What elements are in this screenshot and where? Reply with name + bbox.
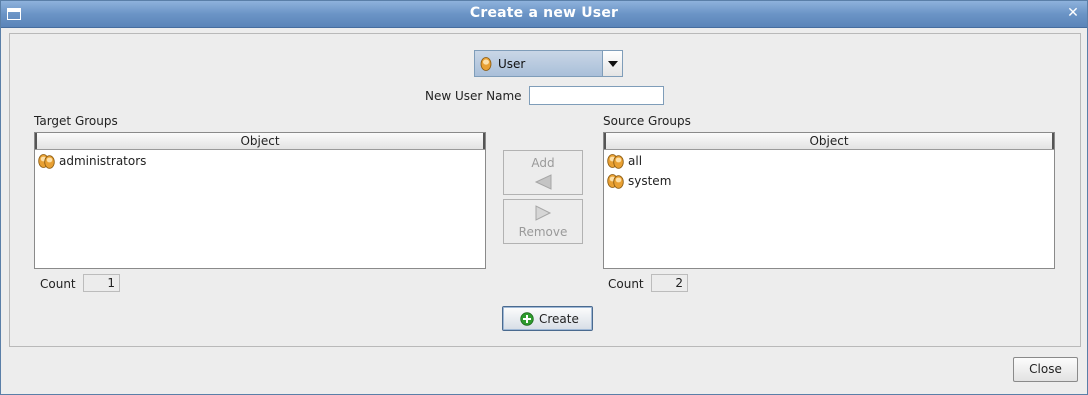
list-item[interactable]: all <box>604 151 1054 171</box>
list-item-label: administrators <box>59 154 147 168</box>
window-title: Create a new User <box>469 5 619 21</box>
target-groups-table[interactable]: Object administrators <box>34 132 486 269</box>
new-user-name-input[interactable] <box>529 86 664 105</box>
group-icon <box>607 153 624 172</box>
source-groups-table[interactable]: Object all system <box>603 132 1055 269</box>
user-icon <box>480 57 492 74</box>
group-icon <box>38 153 55 172</box>
source-groups-label: Source Groups <box>603 114 691 128</box>
target-count-label: Count <box>40 277 76 291</box>
source-count-value: 2 <box>651 274 688 292</box>
list-item-label: all <box>628 154 643 168</box>
create-button[interactable]: Create <box>502 306 593 331</box>
arrow-left-icon <box>534 174 552 190</box>
list-item[interactable]: system <box>604 171 1054 191</box>
remove-button-label: Remove <box>518 225 568 239</box>
add-circle-icon <box>520 312 534 329</box>
source-groups-column-header[interactable]: Object <box>604 133 1054 150</box>
add-button[interactable]: Add <box>503 150 583 195</box>
title-bar[interactable]: Create a new User ✕ <box>1 1 1087 28</box>
target-groups-label: Target Groups <box>34 114 118 128</box>
type-select[interactable]: User <box>474 50 623 77</box>
create-button-label: Create <box>539 312 579 326</box>
arrow-right-icon <box>535 205 552 221</box>
new-user-name-label: New User Name <box>425 89 522 103</box>
group-icon <box>607 173 624 192</box>
target-count-value: 1 <box>83 274 120 292</box>
type-select-value: User <box>498 57 526 71</box>
chevron-down-icon[interactable] <box>602 51 622 76</box>
main-panel: User New User Name Target Groups Object <box>9 33 1081 347</box>
dialog-window: Create a new User ✕ User New User Name T… <box>0 0 1088 395</box>
close-button[interactable]: Close <box>1013 357 1078 382</box>
source-count-label: Count <box>608 277 644 291</box>
target-groups-column-header[interactable]: Object <box>35 133 485 150</box>
remove-button[interactable]: Remove <box>503 199 583 244</box>
add-button-label: Add <box>531 156 555 170</box>
list-item-label: system <box>628 174 672 188</box>
list-item[interactable]: administrators <box>35 151 485 171</box>
window-close-icon[interactable]: ✕ <box>1067 6 1079 20</box>
